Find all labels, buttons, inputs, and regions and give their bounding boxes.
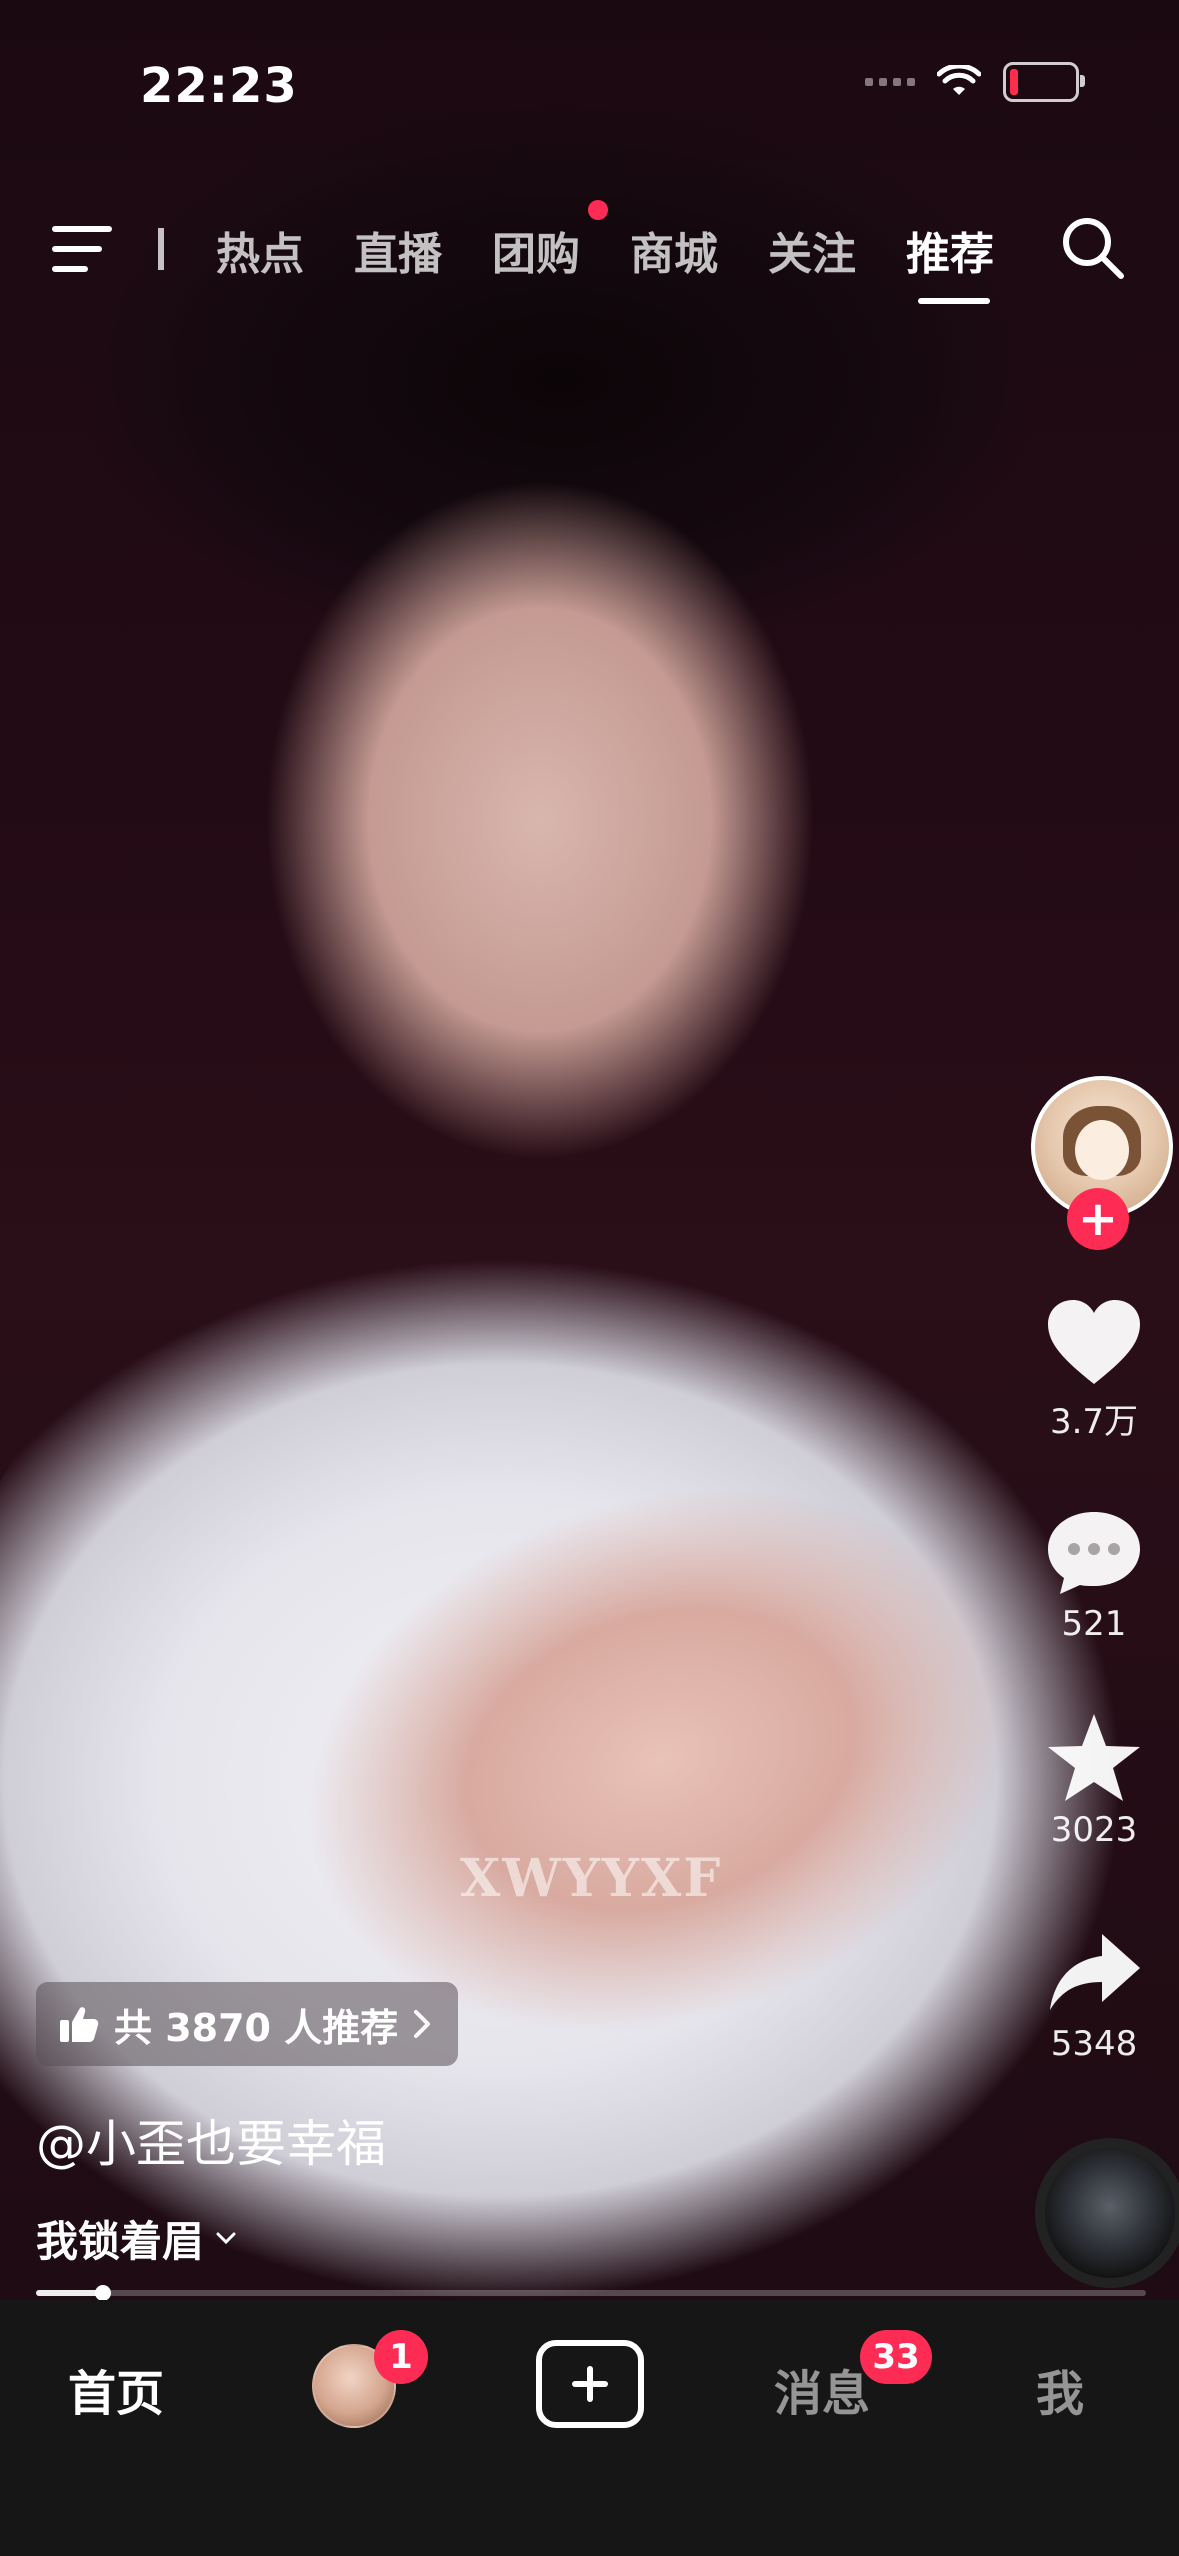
like-button[interactable]: 3.7万 [1009,1296,1179,1443]
signal-icon [865,78,915,86]
heart-icon [1048,1300,1140,1384]
wifi-icon [937,65,981,95]
nav-me[interactable]: 我 [1036,2354,1084,2424]
favorite-count: 3023 [1050,1810,1138,1850]
bottom-nav: 首页 1 消息 33 我 [0,2300,1179,2556]
music-title[interactable]: 我锁着眉 [36,2208,238,2269]
recommend-text: 共 3870 人推荐 [114,2005,399,2050]
messages-badge: 33 [860,2330,932,2384]
video-watermark: XWYYXF [460,1848,723,1909]
comment-count: 521 [1061,1604,1127,1644]
top-nav: 热点 直播 团购 商城 关注 推荐 [0,200,1179,310]
progress-thumb[interactable] [94,2285,111,2301]
tab-group-buy-dot [588,200,608,220]
tab-hot[interactable]: 热点 [216,218,304,282]
chevron-down-icon [216,2232,236,2244]
chevron-right-icon [414,2010,431,2038]
share-count: 5348 [1050,2024,1138,2064]
tab-group-buy[interactable]: 团购 [492,218,580,282]
status-indicators [865,62,1085,102]
status-time: 22:23 [140,58,298,114]
comment-icon [1048,1512,1140,1594]
create-button[interactable] [536,2340,644,2428]
tab-following[interactable]: 关注 [768,218,856,282]
music-disc[interactable] [1035,2138,1179,2288]
tab-overflow-edge [158,228,164,270]
tab-mall[interactable]: 商城 [630,218,718,282]
avatar-face [1075,1120,1129,1180]
author-name[interactable]: @小歪也要幸福 [36,2104,386,2176]
comment-button[interactable]: 521 [1009,1506,1179,1644]
menu-icon[interactable] [52,220,116,280]
video-player[interactable]: XWYYXF [0,0,1179,2300]
plus-icon [572,2366,608,2402]
battery-icon [1003,62,1085,102]
nav-messages[interactable]: 消息 [774,2354,870,2424]
share-button[interactable]: 5348 [1009,1930,1179,2064]
progress-fill [36,2290,103,2296]
follow-plus-button[interactable]: + [1067,1188,1129,1250]
search-icon[interactable] [1059,214,1127,282]
thumbs-up-icon [60,2007,99,2042]
music-title-text: 我锁着眉 [36,2217,205,2266]
star-icon [1048,1714,1140,1801]
like-count: 3.7万 [1049,1402,1139,1442]
tab-recommend[interactable]: 推荐 [906,218,994,282]
nav-home[interactable]: 首页 [68,2354,164,2424]
video-progress-bar[interactable] [36,2285,1146,2301]
share-icon [1050,1934,1140,2010]
tab-live[interactable]: 直播 [354,218,442,282]
favorite-button[interactable]: 3023 [1009,1712,1179,1850]
friend-badge: 1 [374,2330,428,2384]
active-tab-indicator [918,298,990,304]
recommend-pill[interactable]: 共 3870 人推荐 [36,1982,459,2066]
